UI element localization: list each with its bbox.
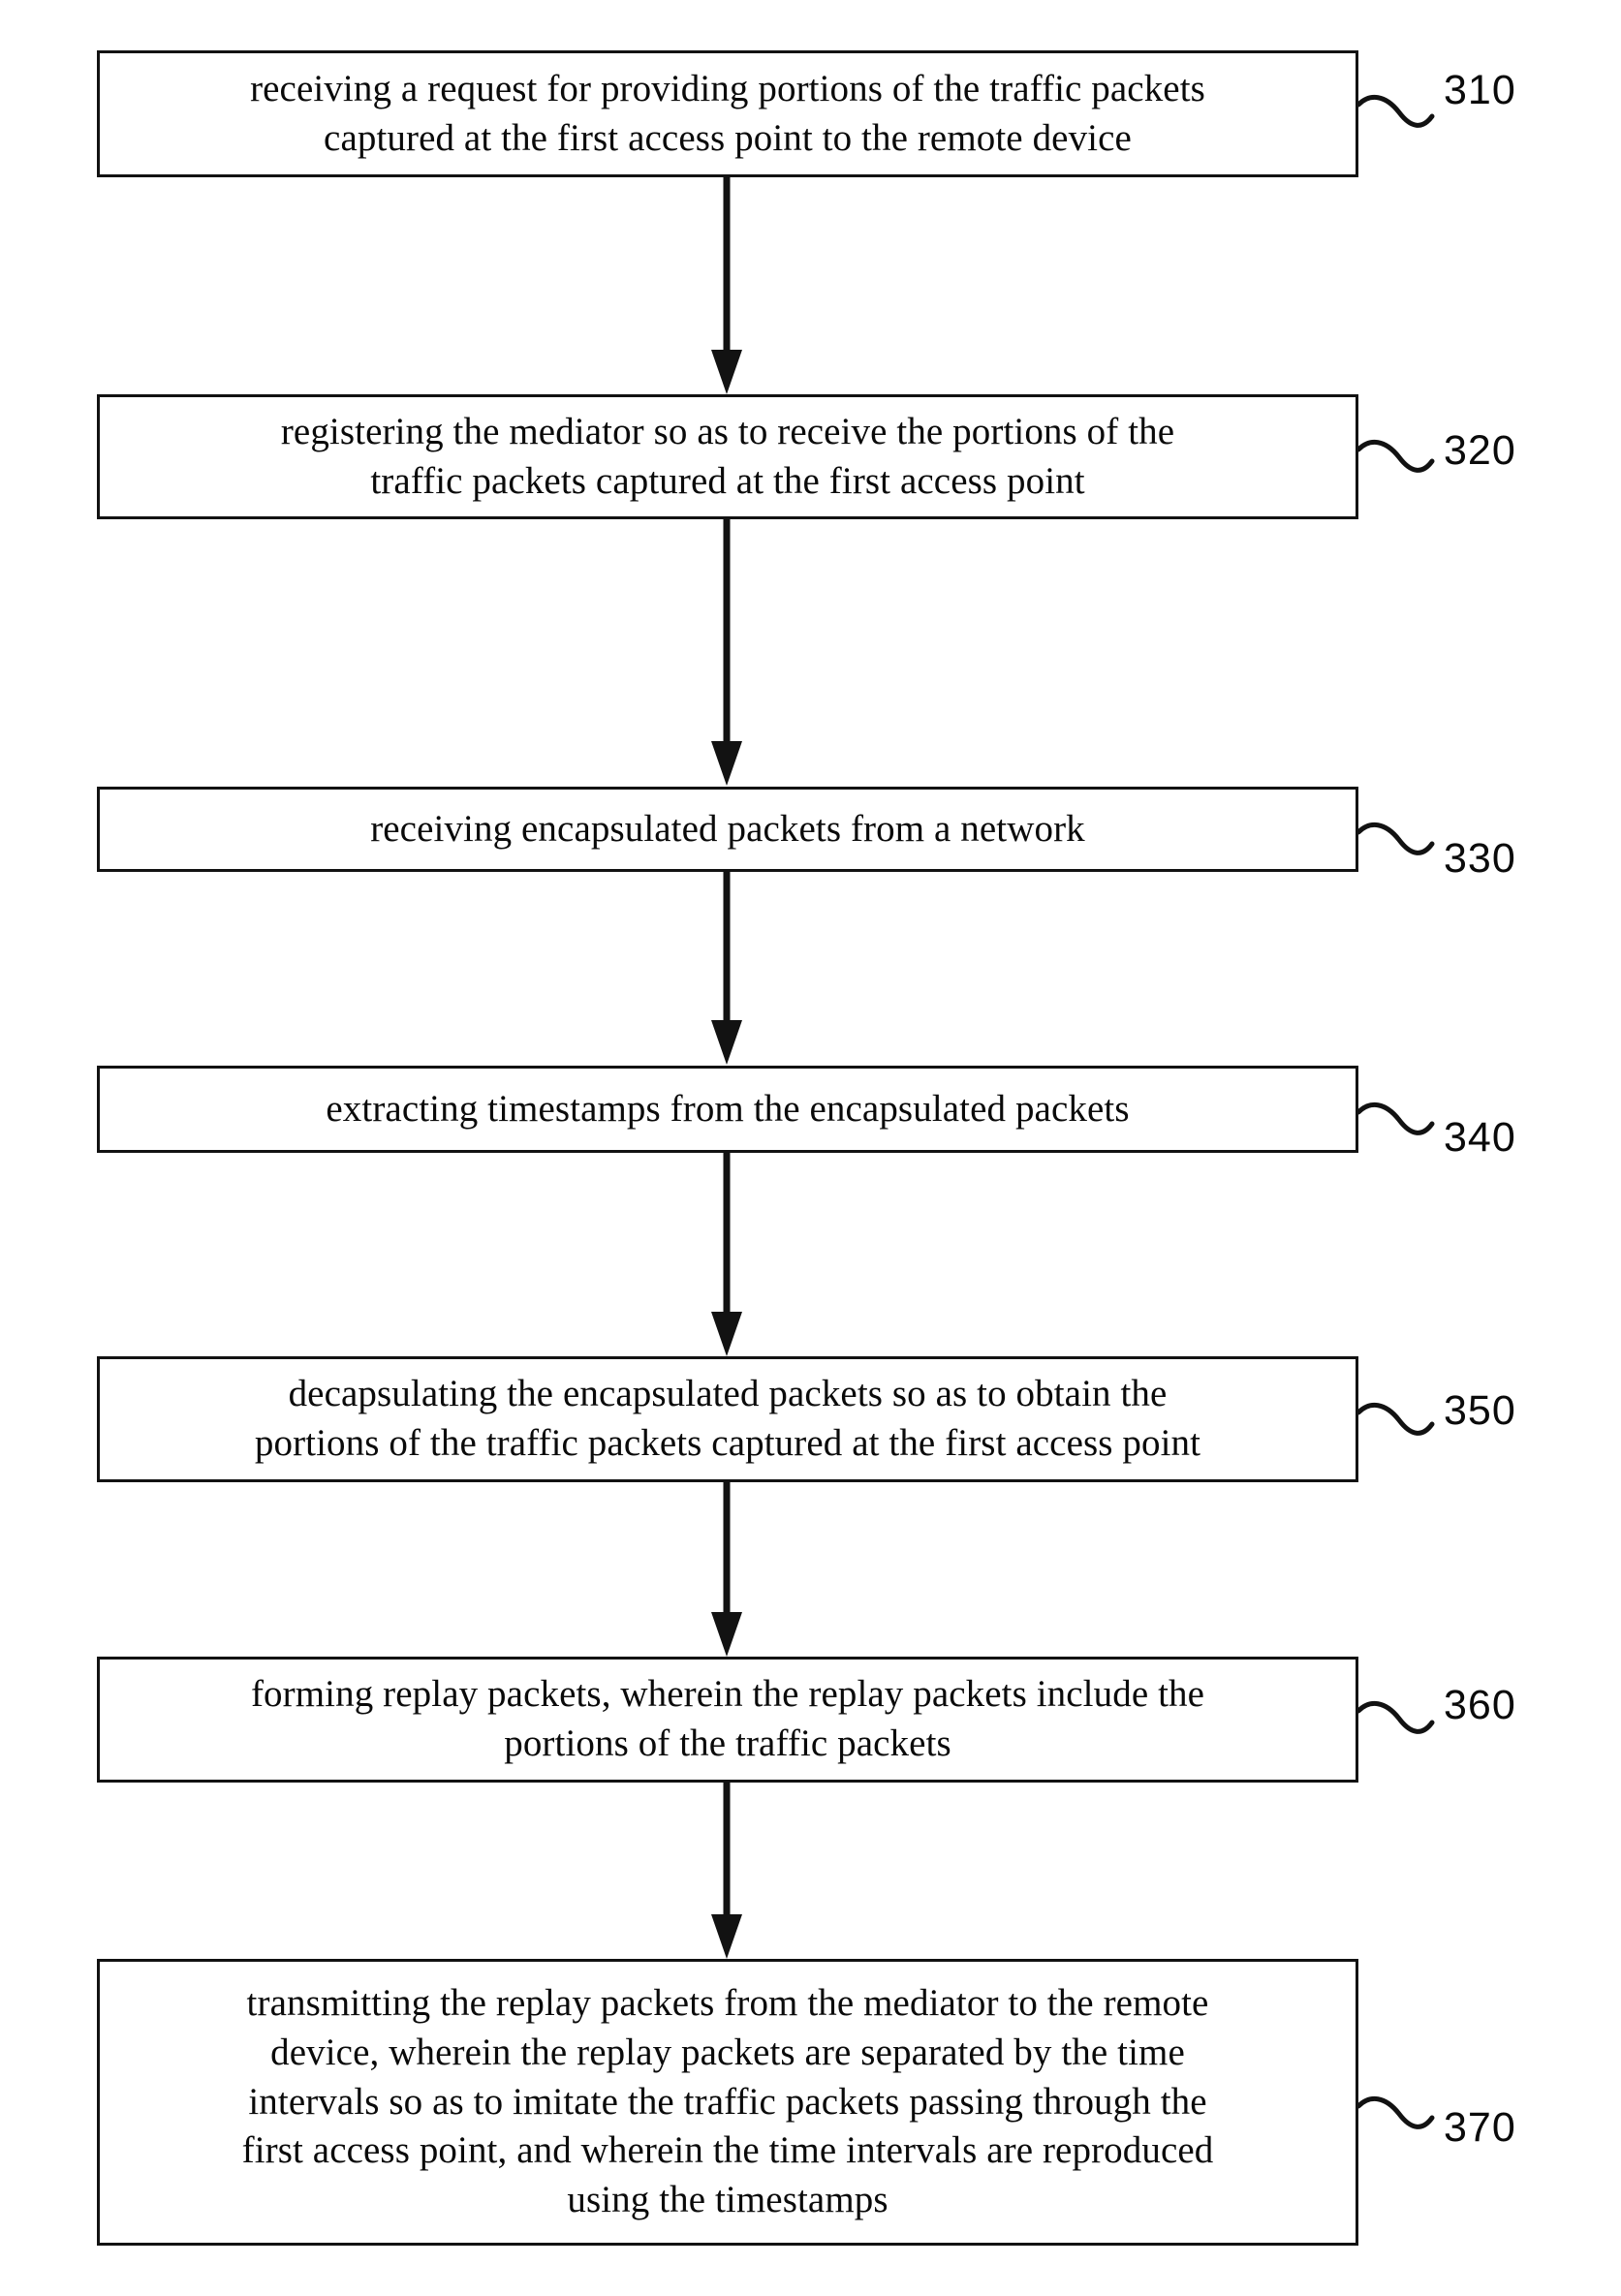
ref-label-320: 320 <box>1444 427 1516 474</box>
arrow-360-to-370 <box>711 1783 742 1959</box>
tilde-connector-340 <box>1356 1102 1435 1135</box>
tilde-connector-350 <box>1356 1403 1435 1436</box>
ref-label-310: 310 <box>1444 67 1516 113</box>
flow-step-text-320: registering the mediator so as to receiv… <box>280 410 1175 502</box>
flow-step-box-310: receiving a request for providing portio… <box>97 50 1358 177</box>
arrow-350-to-360 <box>711 1482 742 1657</box>
flow-step-box-350: decapsulating the encapsulated packets s… <box>97 1356 1358 1482</box>
flow-step-box-320: registering the mediator so as to receiv… <box>97 394 1358 519</box>
ref-label-350: 350 <box>1444 1387 1516 1434</box>
arrow-340-to-350 <box>711 1153 742 1356</box>
flow-step-box-360: forming replay packets, wherein the repl… <box>97 1657 1358 1783</box>
tilde-connector-320 <box>1356 440 1435 473</box>
flow-step-text-350: decapsulating the encapsulated packets s… <box>254 1373 1201 1464</box>
arrow-310-to-320 <box>711 177 742 394</box>
flow-step-text-360: forming replay packets, wherein the repl… <box>250 1673 1205 1764</box>
flow-step-text-340: extracting timestamps from the encapsula… <box>326 1087 1130 1130</box>
arrow-330-to-340 <box>711 872 742 1065</box>
tilde-connector-360 <box>1356 1701 1435 1734</box>
tilde-connector-310 <box>1356 95 1435 128</box>
ref-label-340: 340 <box>1444 1114 1516 1161</box>
ref-label-330: 330 <box>1444 835 1516 882</box>
flow-step-box-340: extracting timestamps from the encapsula… <box>97 1066 1358 1153</box>
flow-step-text-310: receiving a request for providing portio… <box>250 67 1205 159</box>
flow-step-text-330: receiving encapsulated packets from a ne… <box>370 807 1085 850</box>
ref-label-360: 360 <box>1444 1682 1516 1728</box>
tilde-connector-330 <box>1356 822 1435 855</box>
tilde-connector-370 <box>1356 2096 1435 2129</box>
flow-step-box-370: transmitting the replay packets from the… <box>97 1959 1358 2246</box>
ref-label-370: 370 <box>1444 2104 1516 2151</box>
flow-step-box-330: receiving encapsulated packets from a ne… <box>97 787 1358 872</box>
flow-step-text-370: transmitting the replay packets from the… <box>241 1982 1214 2221</box>
figure-canvas: receiving a request for providing portio… <box>0 0 1621 2296</box>
arrow-320-to-330 <box>711 519 742 786</box>
